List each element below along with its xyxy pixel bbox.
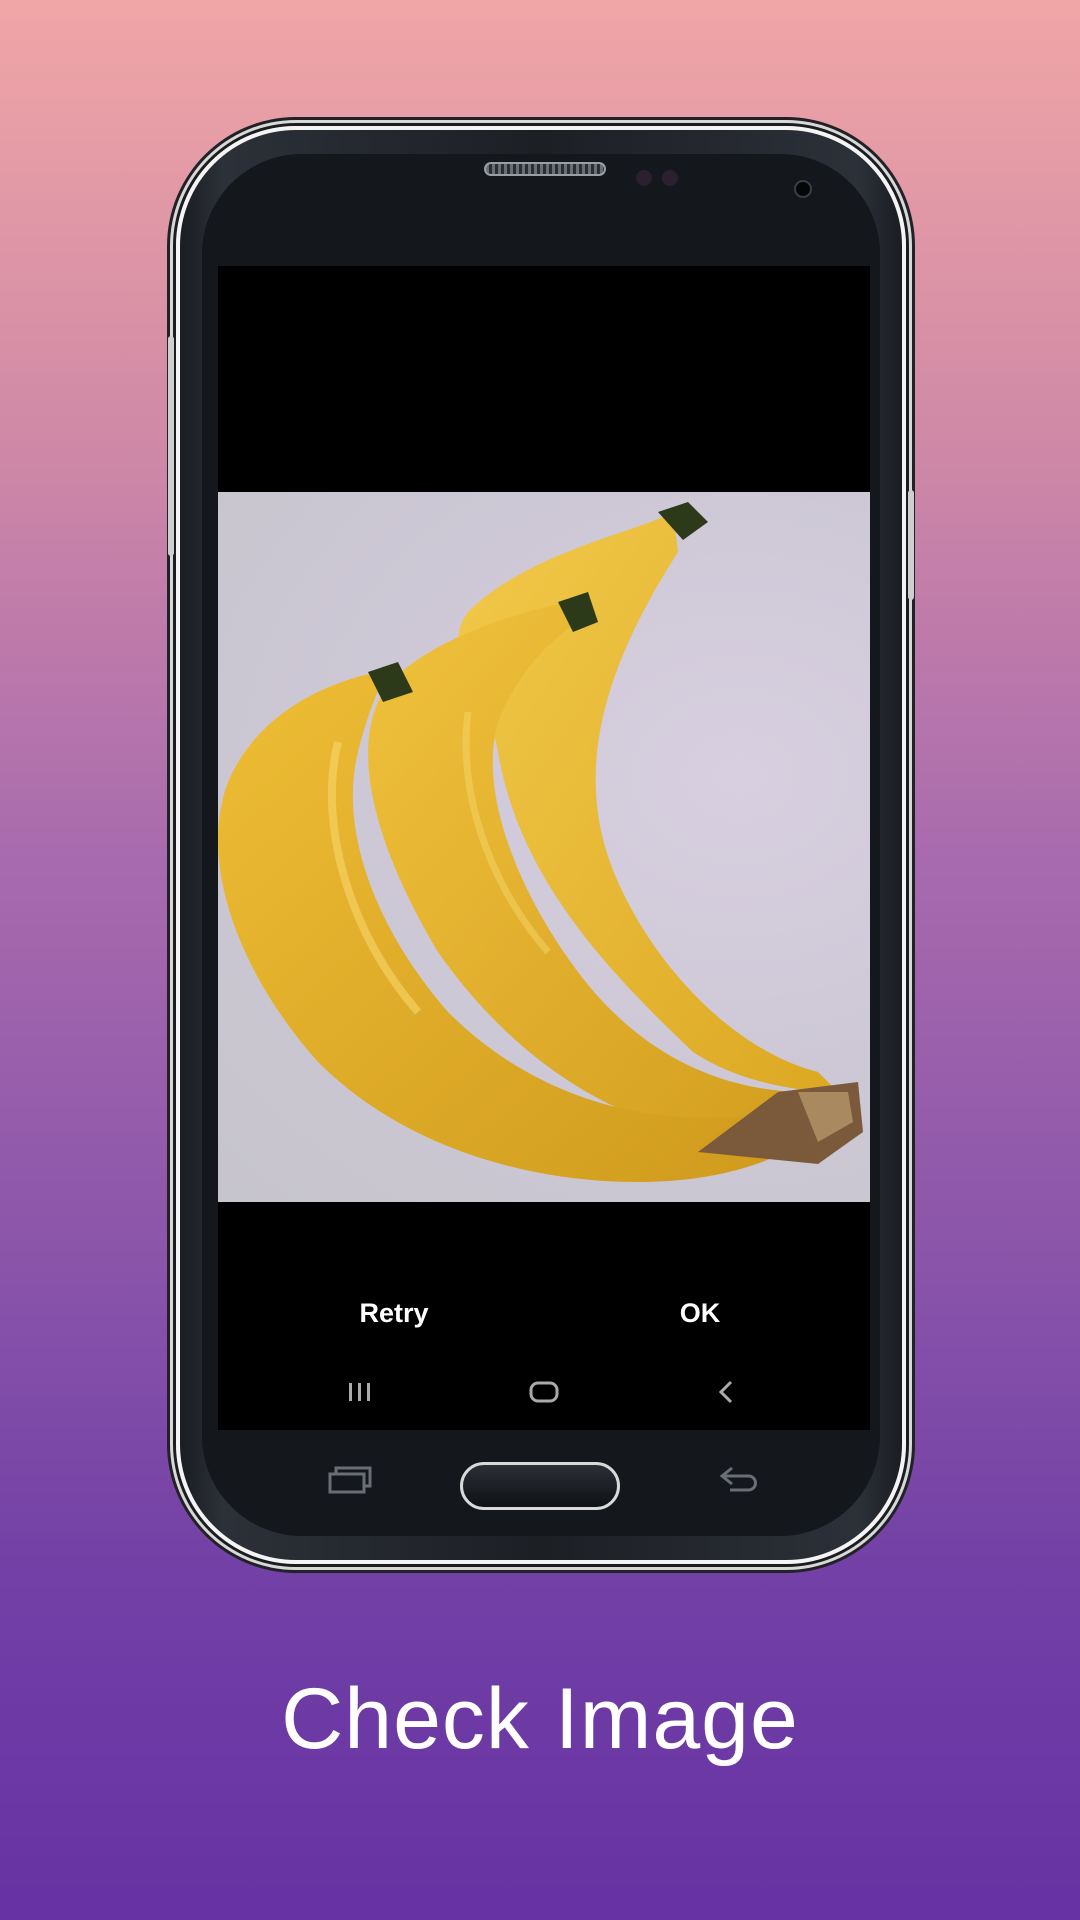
hardware-back-icon <box>718 1462 762 1496</box>
proximity-sensor <box>636 170 652 186</box>
recent-apps-icon[interactable] <box>330 1370 390 1414</box>
volume-button <box>168 336 174 556</box>
power-button <box>908 490 914 600</box>
banana-image <box>218 502 863 1182</box>
ok-button[interactable]: OK <box>620 1288 780 1338</box>
retry-button[interactable]: Retry <box>314 1288 474 1338</box>
front-camera <box>794 180 812 198</box>
light-sensor <box>662 170 678 186</box>
home-icon[interactable] <box>514 1370 574 1414</box>
phone-frame: Retry OK <box>168 126 914 1564</box>
navigation-bar <box>218 1356 870 1430</box>
caption-title: Check Image <box>281 1671 799 1767</box>
back-icon[interactable] <box>696 1370 756 1414</box>
earpiece-speaker <box>484 162 606 176</box>
hardware-recent-apps-icon <box>328 1464 372 1494</box>
captured-photo <box>218 492 870 1202</box>
phone-screen: Retry OK <box>218 266 870 1430</box>
hardware-home-button[interactable] <box>460 1462 620 1510</box>
